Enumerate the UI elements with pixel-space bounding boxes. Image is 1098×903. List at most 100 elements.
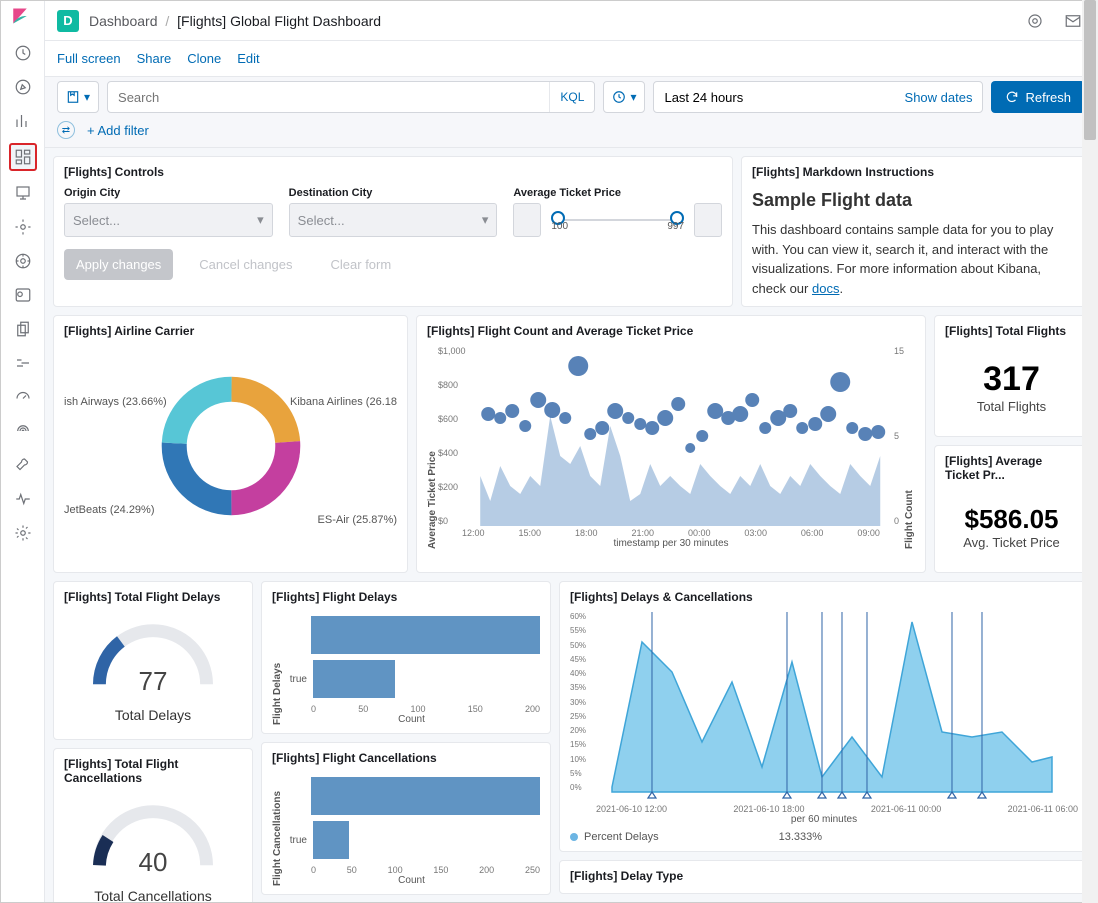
price-label: Average Ticket Price [513, 187, 722, 199]
legend-value: 13.333% [779, 831, 822, 843]
metric-label: Avg. Ticket Price [949, 535, 1074, 550]
panel-title: [Flights] Flight Delays [272, 590, 540, 604]
origin-label: Origin City [64, 187, 273, 199]
x-axis-label: timestamp per 30 minutes [438, 538, 904, 549]
legend-label: Percent Delays [584, 831, 659, 843]
space-badge[interactable]: D [57, 10, 79, 32]
panel-delays-cancellations: [Flights] Delays & Cancellations 0%5%10%… [559, 581, 1089, 852]
fullscreen-link[interactable]: Full screen [57, 51, 121, 66]
search-box: KQL [107, 81, 595, 113]
panel-title: [Flights] Total Flight Cancellations [64, 757, 242, 785]
recent-icon[interactable] [11, 41, 35, 65]
breadcrumb-current: [Flights] Global Flight Dashboard [177, 13, 381, 29]
news-icon[interactable] [1023, 9, 1047, 33]
legend-item: ish Airways (23.66%) [64, 396, 167, 408]
panel-title: [Flights] Flight Cancellations [272, 751, 540, 765]
panel-title: [Flights] Total Flight Delays [64, 590, 242, 604]
metric-value: $586.05 [949, 504, 1074, 535]
query-bar: ▾ KQL ▾ Last 24 hours Show dates Refresh [45, 77, 1097, 117]
gauge-label: Total Delays [64, 707, 242, 723]
panel-total-cancellations: [Flights] Total Flight Cancellations 40 … [53, 748, 253, 902]
canvas-icon[interactable] [11, 181, 35, 205]
kql-toggle[interactable]: KQL [549, 82, 594, 112]
breadcrumb: Dashboard / [Flights] Global Flight Dash… [89, 13, 381, 29]
saved-query-button[interactable]: ▾ [57, 81, 99, 113]
dashboard-toolbar: Full screen Share Clone Edit [45, 41, 1097, 77]
panel-title: [Flights] Delay Type [570, 869, 1078, 883]
price-min-input[interactable] [513, 203, 541, 237]
discover-icon[interactable] [11, 75, 35, 99]
refresh-button[interactable]: Refresh [991, 81, 1085, 113]
docs-link[interactable]: docs [812, 281, 839, 296]
maps-icon[interactable] [11, 215, 35, 239]
left-nav [1, 1, 45, 902]
time-picker[interactable]: Last 24 hours Show dates [653, 81, 983, 113]
panel-flight-delays: [Flights] Flight Delays Flight Delays tr… [261, 581, 551, 734]
monitoring-icon[interactable] [11, 487, 35, 511]
panel-markdown: [Flights] Markdown Instructions Sample F… [741, 156, 1089, 307]
metrics-icon[interactable] [11, 283, 35, 307]
dest-select[interactable]: Select...▾ [289, 203, 498, 237]
panel-airline: [Flights] Airline Carrier ish Airways (2… [53, 315, 408, 573]
show-dates-link[interactable]: Show dates [905, 90, 973, 105]
management-icon[interactable] [11, 521, 35, 545]
header-bar: D Dashboard / [Flights] Global Flight Da… [45, 1, 1097, 41]
panel-total-flights: [Flights] Total Flights 317 Total Flight… [934, 315, 1089, 437]
apm-icon[interactable] [11, 351, 35, 375]
clear-button[interactable]: Clear form [319, 249, 404, 280]
area-chart [586, 612, 1078, 802]
y-axis-label: Average Ticket Price [427, 346, 438, 549]
add-filter-link[interactable]: + Add filter [87, 123, 149, 138]
donut-chart [156, 371, 306, 521]
metric-label: Total Flights [949, 399, 1074, 414]
panel-title: [Flights] Flight Count and Average Ticke… [427, 324, 915, 338]
panel-flight-cancellations: [Flights] Flight Cancellations Flight Ca… [261, 742, 551, 895]
edit-link[interactable]: Edit [237, 51, 259, 66]
panel-title: [Flights] Controls [64, 165, 722, 179]
kibana-logo[interactable] [11, 7, 35, 31]
time-value: Last 24 hours [664, 90, 743, 105]
panel-flightcount: [Flights] Flight Count and Average Ticke… [416, 315, 926, 573]
panel-title: [Flights] Markdown Instructions [752, 165, 1078, 179]
legend-item: ES-Air (25.87%) [318, 514, 397, 526]
dashboard-icon[interactable] [9, 143, 37, 171]
cancel-button[interactable]: Cancel changes [187, 249, 304, 280]
markdown-text: This dashboard contains sample data for … [752, 222, 1053, 296]
y2-axis-label: Flight Count [904, 346, 915, 549]
ml-icon[interactable] [11, 249, 35, 273]
siem-icon[interactable] [11, 419, 35, 443]
search-input[interactable] [108, 90, 549, 105]
panel-title: [Flights] Total Flights [945, 324, 1078, 338]
time-quick-button[interactable]: ▾ [603, 81, 645, 113]
origin-select[interactable]: Select...▾ [64, 203, 273, 237]
legend-item: Kibana Airlines (26.18 [290, 396, 397, 408]
breadcrumb-root[interactable]: Dashboard [89, 13, 158, 29]
panel-title: [Flights] Delays & Cancellations [570, 590, 1078, 604]
combo-chart [468, 346, 892, 526]
share-link[interactable]: Share [137, 51, 172, 66]
dest-label: Destination City [289, 187, 498, 199]
logs-icon[interactable] [11, 317, 35, 341]
gauge-label: Total Cancellations [64, 888, 242, 902]
apply-button[interactable]: Apply changes [64, 249, 173, 280]
panel-title: [Flights] Average Ticket Pr... [945, 454, 1078, 482]
panel-total-delays: [Flights] Total Flight Delays 77 Total D… [53, 581, 253, 740]
dev-tools-icon[interactable] [11, 453, 35, 477]
filter-menu-icon[interactable]: ⇄ [57, 121, 75, 139]
dashboard-content: [Flights] Controls Origin City Select...… [45, 148, 1097, 902]
visualize-icon[interactable] [11, 109, 35, 133]
panel-avg-price: [Flights] Average Ticket Pr... $586.05 A… [934, 445, 1089, 573]
panel-delay-type: [Flights] Delay Type [559, 860, 1089, 894]
panel-controls: [Flights] Controls Origin City Select...… [53, 156, 733, 307]
price-slider[interactable]: 100 997 [545, 203, 690, 237]
markdown-heading: Sample Flight data [752, 187, 1078, 214]
uptime-icon[interactable] [11, 385, 35, 409]
panel-title: [Flights] Airline Carrier [64, 324, 397, 338]
legend-item: JetBeats (24.29%) [64, 504, 155, 516]
filter-bar: ⇄ + Add filter [45, 117, 1097, 148]
scrollbar[interactable] [1082, 0, 1098, 903]
price-max-input[interactable] [694, 203, 722, 237]
clone-link[interactable]: Clone [187, 51, 221, 66]
scrollbar-thumb[interactable] [1084, 0, 1096, 140]
metric-value: 317 [949, 360, 1074, 399]
